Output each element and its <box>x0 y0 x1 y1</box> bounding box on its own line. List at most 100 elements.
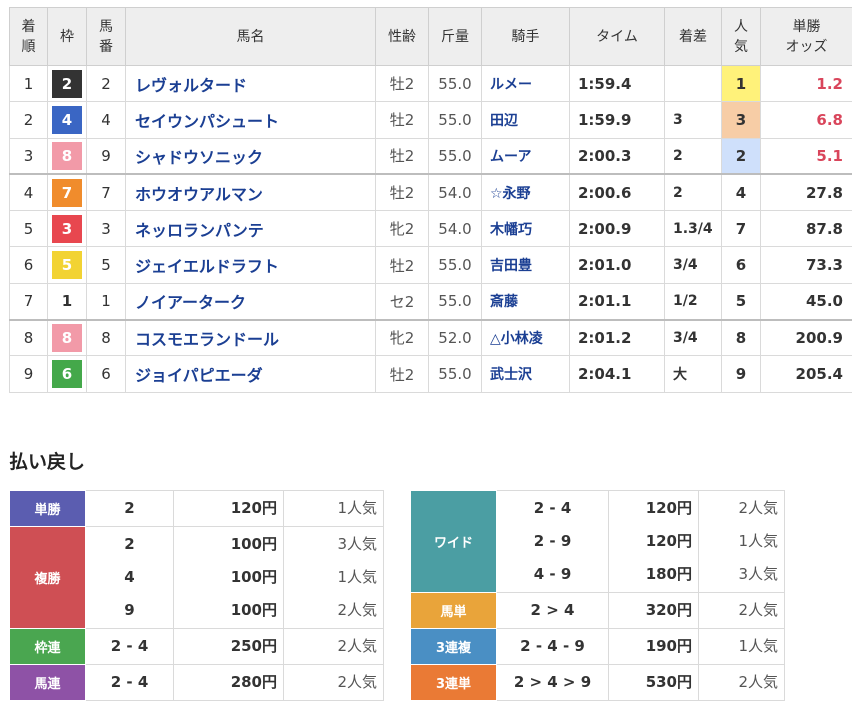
payout-popularity-cell: 1人気 <box>283 490 384 527</box>
payout-type-label: 馬単 <box>410 592 497 629</box>
waku-badge: 2 <box>52 69 82 98</box>
table-row: 1 2 2 レヴォルタード 牡2 55.0 ルメー 1:59.4 1 1.2 <box>9 64 852 103</box>
jockey-link[interactable]: ☆永野 <box>481 173 570 212</box>
waku-cell: 8 <box>47 318 87 357</box>
umaban-cell: 1 <box>86 282 126 321</box>
jockey-link[interactable]: ムーア <box>481 137 570 175</box>
payout-numbers: 9 <box>124 601 135 619</box>
payout-amount: 100円 <box>230 535 277 553</box>
horse-name-link[interactable]: ホウオウアルマン <box>125 173 376 212</box>
payout-amount-cell: 280円 <box>173 664 284 701</box>
weight-cell: 52.0 <box>428 318 482 357</box>
odds-cell: 205.4 <box>760 355 852 393</box>
payout-popularity: 1人気 <box>337 568 377 586</box>
umaban-cell: 8 <box>86 318 126 357</box>
payout-popularity: 2人気 <box>738 601 778 619</box>
sex-age-cell: 牡2 <box>375 246 429 284</box>
sex-age-cell: 牡2 <box>375 137 429 175</box>
sex-age-cell: 牡2 <box>375 64 429 103</box>
time-cell: 2:00.3 <box>569 137 665 175</box>
table-row: 6 5 5 ジェイエルドラフト 牡2 55.0 吉田豊 2:01.0 3/4 6 73.3 <box>9 246 852 284</box>
payout-amount: 100円 <box>230 568 277 586</box>
payout-amount: 530円 <box>645 673 692 691</box>
jockey-link[interactable]: ルメー <box>481 64 570 103</box>
payout-popularity-cell: 2人気 <box>698 664 785 701</box>
payout-popularity: 1人気 <box>337 499 377 517</box>
popularity-cell: 2 <box>721 137 761 175</box>
margin-cell: 2 <box>664 137 722 175</box>
jockey-link[interactable]: 斎藤 <box>481 282 570 321</box>
weight-cell: 55.0 <box>428 101 482 139</box>
payout-numbers-cell: 2 - 4 <box>85 664 174 701</box>
waku-cell: 7 <box>47 173 87 212</box>
waku-cell: 5 <box>47 246 87 284</box>
payout-popularity-cell: 2人気 <box>283 664 384 701</box>
waku-cell: 2 <box>47 64 87 103</box>
rank-cell: 6 <box>9 246 48 284</box>
payout-numbers-cell: 2 - 4 - 9 <box>496 628 609 665</box>
payout-numbers: 4 <box>124 568 135 586</box>
umaban-cell: 7 <box>86 173 126 212</box>
payout-amount: 190円 <box>645 637 692 655</box>
horse-name-link[interactable]: セイウンパシュート <box>125 101 376 139</box>
horse-name-link[interactable]: レヴォルタード <box>125 64 376 103</box>
horse-name-link[interactable]: ジョイパピエーダ <box>125 355 376 393</box>
time-cell: 1:59.4 <box>569 64 665 103</box>
time-cell: 2:01.2 <box>569 318 665 357</box>
jockey-link[interactable]: 吉田豊 <box>481 246 570 284</box>
payout-amount: 120円 <box>230 499 277 517</box>
horse-name-link[interactable]: ネッロランパンテ <box>125 210 376 248</box>
popularity-cell: 4 <box>721 173 761 212</box>
payout-amount: 120円 <box>645 499 692 517</box>
popularity-cell: 7 <box>721 210 761 248</box>
payout-popularity: 2人気 <box>738 673 778 691</box>
waku-badge: 7 <box>52 178 82 207</box>
waku-badge: 3 <box>52 214 82 243</box>
payout-numbers: 2 - 4 <box>533 499 572 517</box>
horse-name-link[interactable]: ジェイエルドラフト <box>125 246 376 284</box>
payout-popularity-cell: 2人気 <box>283 628 384 665</box>
payout-numbers-cell: 2 > 4 <box>496 592 609 629</box>
horse-name-link[interactable]: コスモエランドール <box>125 318 376 357</box>
payout-popularity: 2人気 <box>337 673 377 691</box>
payout-row: 複勝 2 4 9 100円 100円 100円 3人気 1人気 2人気 <box>9 526 384 629</box>
payout-type-label: 枠連 <box>9 628 86 665</box>
sex-age-cell: 牡2 <box>375 355 429 393</box>
payout-row: ワイド 2 - 4 2 - 9 4 - 9 120円 120円 180円 2人気 1人気 3人気 <box>410 490 785 593</box>
payout-amount-cell: 250円 <box>173 628 284 665</box>
table-row: 9 6 6 ジョイパピエーダ 牡2 55.0 武士沢 2:04.1 大 9 205.4 <box>9 355 852 393</box>
header-jockey: 騎手 <box>481 7 570 66</box>
payout-row: 馬単 2 > 4 320円 2人気 <box>410 592 785 629</box>
jockey-link[interactable]: △小林凌 <box>481 318 570 357</box>
rank-cell: 2 <box>9 101 48 139</box>
payout-row: 3連単 2 > 4 > 9 530円 2人気 <box>410 664 785 701</box>
header-time: タイム <box>569 7 665 66</box>
odds-cell: 45.0 <box>760 282 852 321</box>
jockey-link[interactable]: 武士沢 <box>481 355 570 393</box>
odds-cell: 5.1 <box>760 137 852 175</box>
odds-cell: 6.8 <box>760 101 852 139</box>
rank-cell: 4 <box>9 173 48 212</box>
jockey-link[interactable]: 木幡巧 <box>481 210 570 248</box>
time-cell: 2:01.1 <box>569 282 665 321</box>
umaban-cell: 6 <box>86 355 126 393</box>
payout-numbers: 2 - 4 <box>110 637 149 655</box>
waku-badge: 1 <box>52 287 82 316</box>
horse-name-link[interactable]: シャドウソニック <box>125 137 376 175</box>
sex-age-cell: 牝2 <box>375 210 429 248</box>
header-margin: 着差 <box>664 7 722 66</box>
header-odds: 単勝 オッズ <box>760 7 852 66</box>
payout-amount: 180円 <box>645 565 692 583</box>
margin-cell: 2 <box>664 173 722 212</box>
payout-numbers: 4 - 9 <box>533 565 572 583</box>
payout-amount: 120円 <box>645 532 692 550</box>
popularity-cell: 9 <box>721 355 761 393</box>
weight-cell: 55.0 <box>428 64 482 103</box>
odds-cell: 27.8 <box>760 173 852 212</box>
payout-title: 払い戻し <box>9 451 86 473</box>
horse-name-link[interactable]: ノイアーターク <box>125 282 376 321</box>
jockey-link[interactable]: 田辺 <box>481 101 570 139</box>
payout-popularity: 2人気 <box>337 637 377 655</box>
header-sexage: 性齢 <box>375 7 429 66</box>
payout-row: 3連複 2 - 4 - 9 190円 1人気 <box>410 628 785 665</box>
